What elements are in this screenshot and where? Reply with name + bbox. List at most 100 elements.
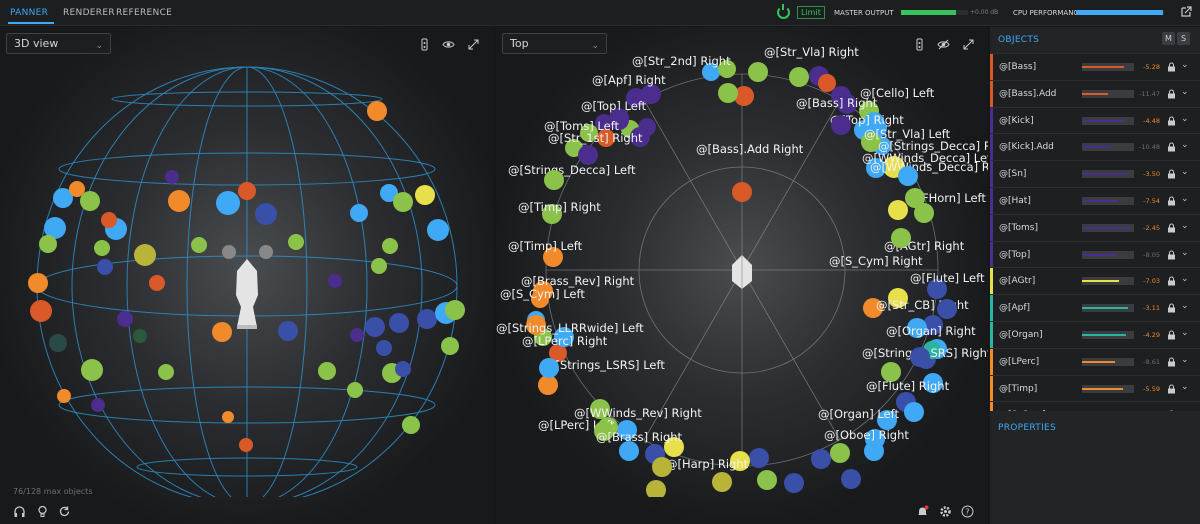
object-sphere-dot[interactable] bbox=[864, 441, 884, 461]
bell-alert-icon[interactable] bbox=[916, 505, 929, 518]
chevron-down-icon[interactable]: ⌄ bbox=[1181, 408, 1189, 411]
chevron-down-icon[interactable]: ⌄ bbox=[1181, 140, 1189, 150]
object-sphere-dot[interactable] bbox=[937, 299, 957, 319]
top-view-canvas[interactable]: @[Bass].Add Right @[Strings_Decca] Left @[… bbox=[496, 27, 988, 497]
object-sphere[interactable]: @[Strings_Decca] Left bbox=[508, 163, 636, 224]
object-sphere-dot[interactable] bbox=[904, 402, 924, 422]
object-sphere[interactable]: @[Timp] Right bbox=[518, 200, 601, 267]
object-sphere-dot[interactable] bbox=[910, 347, 930, 367]
lock-icon[interactable] bbox=[1167, 384, 1176, 394]
object-sphere-dot[interactable] bbox=[539, 358, 559, 378]
view-top-panel[interactable]: Top ⌄ @[Bass].Add Right @[Strings_Decca]… bbox=[496, 27, 988, 524]
chevron-down-icon[interactable]: ⌄ bbox=[1181, 114, 1189, 124]
lightbulb-icon[interactable] bbox=[36, 505, 49, 518]
reset-icon[interactable] bbox=[58, 505, 71, 518]
object-color-stripe bbox=[990, 348, 993, 375]
object-sphere-dot[interactable] bbox=[718, 83, 738, 103]
object-name: @[S_Cym] bbox=[999, 410, 1046, 411]
object-sphere-dot[interactable] bbox=[732, 182, 752, 202]
lock-icon[interactable] bbox=[1167, 410, 1176, 411]
object-level-meter bbox=[1082, 223, 1134, 232]
chevron-down-icon[interactable]: ⌄ bbox=[1181, 328, 1189, 338]
lock-icon[interactable] bbox=[1167, 276, 1176, 286]
object-row[interactable]: @[Timp] -5.59 ⌄ bbox=[990, 374, 1200, 402]
object-name: @[Kick].Add bbox=[999, 142, 1054, 153]
object-row[interactable]: @[Kick].Add -10.48 ⌄ bbox=[990, 133, 1200, 161]
chevron-down-icon[interactable]: ⌄ bbox=[1181, 194, 1189, 204]
object-level-fill bbox=[1082, 199, 1119, 202]
lock-icon[interactable] bbox=[1167, 169, 1176, 179]
object-sphere-label: @[Flute] Right bbox=[866, 379, 950, 393]
object-row[interactable]: @[Kick] -4.48 ⌄ bbox=[990, 106, 1200, 134]
object-row[interactable]: @[LPerc] -8.61 ⌄ bbox=[990, 347, 1200, 375]
object-sphere-dot[interactable] bbox=[891, 228, 911, 248]
lock-icon[interactable] bbox=[1167, 62, 1176, 72]
object-sphere-label: @[WWinds_Rev] Right bbox=[574, 406, 702, 420]
object-color-stripe bbox=[990, 214, 993, 241]
object-sphere-label: @[Str_2nd] Right bbox=[632, 54, 731, 68]
object-sphere-dot[interactable] bbox=[652, 457, 672, 477]
object-row[interactable]: @[Apf] -3.11 ⌄ bbox=[990, 294, 1200, 321]
object-sphere-label: @[LPerc] Right bbox=[522, 334, 608, 348]
object-sphere-label: @[Toms] Left bbox=[544, 119, 620, 133]
object-level-meter bbox=[1082, 250, 1134, 259]
solo-all-button[interactable]: S bbox=[1177, 32, 1190, 45]
power-icon[interactable] bbox=[777, 4, 790, 19]
lock-icon[interactable] bbox=[1167, 142, 1176, 152]
tab-renderer[interactable]: RENDERER bbox=[63, 8, 115, 18]
chevron-down-icon[interactable]: ⌄ bbox=[1181, 355, 1189, 365]
chevron-down-icon[interactable]: ⌄ bbox=[1181, 274, 1189, 284]
object-row[interactable]: @[Sn] -3.50 ⌄ bbox=[990, 160, 1200, 187]
limit-button[interactable]: Limit bbox=[797, 6, 825, 19]
object-row[interactable]: @[Top] -8.05 ⌄ bbox=[990, 240, 1200, 268]
help-icon[interactable]: ? bbox=[961, 505, 974, 518]
object-row[interactable]: @[Bass] -5.28 ⌄ bbox=[990, 53, 1200, 80]
object-sphere-dot[interactable] bbox=[619, 441, 639, 461]
chevron-down-icon[interactable]: ⌄ bbox=[1181, 60, 1189, 70]
view-3d-panel[interactable]: 3D view ⌄ 76/128 max objects bbox=[0, 27, 493, 524]
lock-icon[interactable] bbox=[1167, 223, 1176, 233]
settings-gear-icon[interactable] bbox=[939, 505, 952, 518]
chevron-down-icon[interactable]: ⌄ bbox=[1181, 301, 1189, 311]
chevron-down-icon[interactable]: ⌄ bbox=[1181, 382, 1189, 392]
object-name: @[Apf] bbox=[999, 303, 1031, 314]
object-row[interactable]: @[AGtr] -7.03 ⌄ bbox=[990, 267, 1200, 295]
object-sphere-dot[interactable] bbox=[841, 469, 861, 489]
object-sphere-label: @[Strings_LSRS] Left bbox=[544, 358, 665, 372]
chevron-down-icon[interactable]: ⌄ bbox=[1181, 221, 1189, 231]
lock-icon[interactable] bbox=[1167, 303, 1176, 313]
external-window-icon[interactable] bbox=[1180, 6, 1192, 18]
object-sphere-dot[interactable] bbox=[898, 166, 918, 186]
object-row[interactable]: @[Bass].Add -11.47 ⌄ bbox=[990, 79, 1200, 107]
tab-panner[interactable]: PANNER bbox=[10, 8, 48, 18]
lock-icon[interactable] bbox=[1167, 330, 1176, 340]
master-output-value: +0.00 dB bbox=[970, 9, 999, 16]
mute-all-button[interactable]: M bbox=[1162, 32, 1175, 45]
svg-text:?: ? bbox=[965, 508, 969, 517]
chevron-down-icon[interactable]: ⌄ bbox=[1181, 248, 1189, 258]
object-sphere-dot[interactable] bbox=[888, 200, 908, 220]
object-sphere-dot[interactable] bbox=[905, 188, 925, 208]
object-row[interactable]: @[Toms] -2.45 ⌄ bbox=[990, 213, 1200, 241]
object-sphere-dot[interactable] bbox=[538, 375, 558, 395]
object-sphere[interactable]: @[Bass].Add Right bbox=[696, 142, 804, 202]
object-sphere-dot[interactable] bbox=[544, 170, 564, 190]
object-level-fill bbox=[1082, 333, 1126, 336]
object-sphere-dot[interactable] bbox=[578, 145, 598, 165]
object-row[interactable]: @[S_Cym] ⌄ bbox=[990, 401, 1200, 411]
object-sphere-label: @[Str_Vla] Right bbox=[764, 45, 859, 59]
tab-reference[interactable]: REFERENCE bbox=[116, 8, 172, 18]
object-sphere-dot[interactable] bbox=[646, 480, 666, 497]
chevron-down-icon[interactable]: ⌄ bbox=[1181, 87, 1189, 97]
sphere-3d-canvas[interactable] bbox=[0, 27, 493, 497]
object-row[interactable]: @[Organ] -4.29 ⌄ bbox=[990, 320, 1200, 348]
lock-icon[interactable] bbox=[1167, 196, 1176, 206]
lock-icon[interactable] bbox=[1167, 357, 1176, 367]
lock-icon[interactable] bbox=[1167, 116, 1176, 126]
chevron-down-icon[interactable]: ⌄ bbox=[1181, 167, 1189, 177]
lock-icon[interactable] bbox=[1167, 89, 1176, 99]
object-sphere-dot[interactable] bbox=[831, 115, 851, 135]
lock-icon[interactable] bbox=[1167, 250, 1176, 260]
object-row[interactable]: @[Hat] -7.54 ⌄ bbox=[990, 186, 1200, 214]
headphones-icon[interactable] bbox=[13, 505, 26, 518]
